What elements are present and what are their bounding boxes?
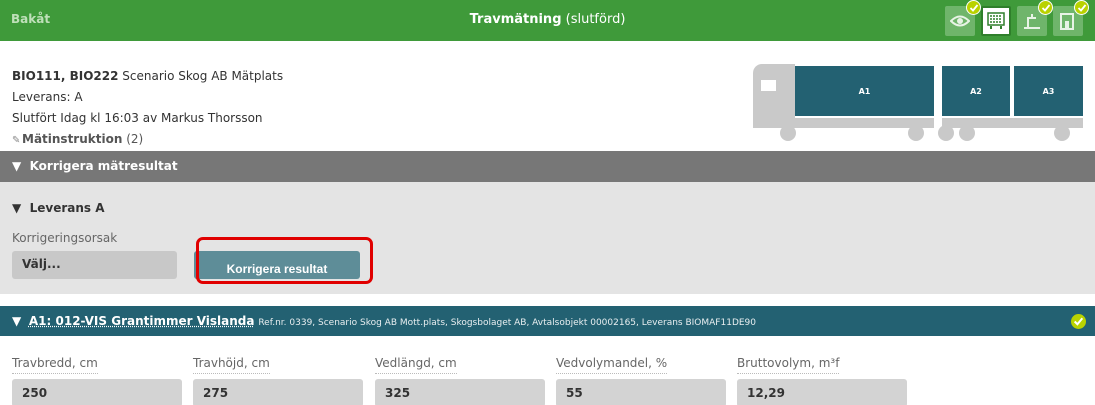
delivery-subsection-title: Leverans A <box>30 201 105 215</box>
field-label: Vedvolymandel, % <box>556 356 667 374</box>
measure-place: Scenario Skog AB Mätplats <box>122 69 283 83</box>
field-travbredd: Travbredd, cm 250 <box>12 352 182 405</box>
delivery-subsection-header[interactable]: ▼ Leverans A <box>12 201 105 215</box>
scale-icon <box>1022 12 1042 30</box>
collapse-triangle-icon: ▼ <box>12 159 21 173</box>
measurement-page: Bakåt Travmätning (slutförd) BIO111, BIO… <box>0 0 1095 405</box>
field-label: Vedlängd, cm <box>375 356 457 374</box>
reason-label: Korrigeringsorsak <box>12 231 117 245</box>
cab-window <box>761 80 776 91</box>
check-icon <box>1074 0 1089 15</box>
field-vedlangd: Vedlängd, cm 325 <box>375 352 545 405</box>
field-value[interactable]: 55 <box>556 379 726 405</box>
load-reference: Ref.nr. 0339, Scenario Skog AB Mott.plat… <box>258 318 756 328</box>
pencil-icon: ✎ <box>12 130 22 151</box>
step-pile[interactable] <box>981 6 1011 36</box>
field-label: Travbredd, cm <box>12 356 98 374</box>
reason-select[interactable]: Välj... <box>12 251 177 279</box>
vehicle-ids: BIO111, BIO222 <box>12 69 118 83</box>
check-icon <box>966 0 981 15</box>
wheel <box>908 125 924 141</box>
field-value[interactable]: 325 <box>375 379 545 405</box>
delivery-label: Leverans: A <box>12 87 283 108</box>
field-value[interactable]: 250 <box>12 379 182 405</box>
field-bruttovolym: Bruttovolym, m³f 12,29 <box>737 352 907 405</box>
instruction-link[interactable]: ✎ Mätinstruktion (2) <box>12 129 283 151</box>
document-icon <box>1058 12 1076 30</box>
truck-chassis <box>753 118 934 128</box>
step-scale[interactable] <box>1017 6 1047 36</box>
page-title: Travmätning (slutförd) <box>0 12 1095 27</box>
correct-section-body: ▼ Leverans A Korrigeringsorsak Välj... K… <box>0 182 1095 294</box>
page-title-main: Travmätning <box>470 12 562 27</box>
eye-icon <box>950 12 970 30</box>
instruction-label: Mätinstruktion <box>22 132 122 146</box>
collapse-triangle-icon: ▼ <box>12 201 21 215</box>
wheel <box>1054 125 1070 141</box>
delivery-info: BIO111, BIO222 Scenario Skog AB Mätplats… <box>12 66 283 151</box>
field-value[interactable]: 12,29 <box>737 379 907 405</box>
check-circle-icon <box>1071 314 1086 329</box>
truck-diagram: A1 A2 A3 <box>749 64 1085 144</box>
load-title[interactable]: A1: 012-VIS Grantimmer Vislanda <box>29 314 255 328</box>
correct-section-header[interactable]: ▼ Korrigera mätresultat <box>0 151 1095 182</box>
load-a3[interactable]: A3 <box>1014 66 1083 116</box>
info-line-ids: BIO111, BIO222 Scenario Skog AB Mätplats <box>12 66 283 87</box>
load-a1[interactable]: A1 <box>795 66 934 116</box>
step-document[interactable] <box>1053 6 1083 36</box>
pile-grid-icon <box>987 12 1005 30</box>
step-icons <box>945 6 1083 36</box>
wheel <box>780 125 796 141</box>
instruction-count: (2) <box>126 132 143 146</box>
field-vedvolymandel: Vedvolymandel, % 55 <box>556 352 726 405</box>
load-section-header[interactable]: ▼ A1: 012-VIS Grantimmer Vislanda Ref.nr… <box>0 306 1095 336</box>
field-value[interactable]: 275 <box>193 379 363 405</box>
load-a2[interactable]: A2 <box>942 66 1010 116</box>
field-label: Travhöjd, cm <box>193 356 270 374</box>
wheel <box>938 125 954 141</box>
collapse-triangle-icon: ▼ <box>12 314 21 328</box>
step-eye[interactable] <box>945 6 975 36</box>
correct-section-title: Korrigera mätresultat <box>30 159 178 173</box>
wheel <box>959 125 975 141</box>
check-icon <box>1038 0 1053 15</box>
top-bar: Bakåt Travmätning (slutförd) <box>0 0 1095 41</box>
highlight-box <box>196 237 373 284</box>
field-label: Bruttovolym, m³f <box>737 356 839 374</box>
completed-text: Slutfört Idag kl 16:03 av Markus Thorsso… <box>12 108 283 129</box>
field-travhojd: Travhöjd, cm 275 <box>193 352 363 405</box>
page-title-status: (slutförd) <box>566 12 626 27</box>
